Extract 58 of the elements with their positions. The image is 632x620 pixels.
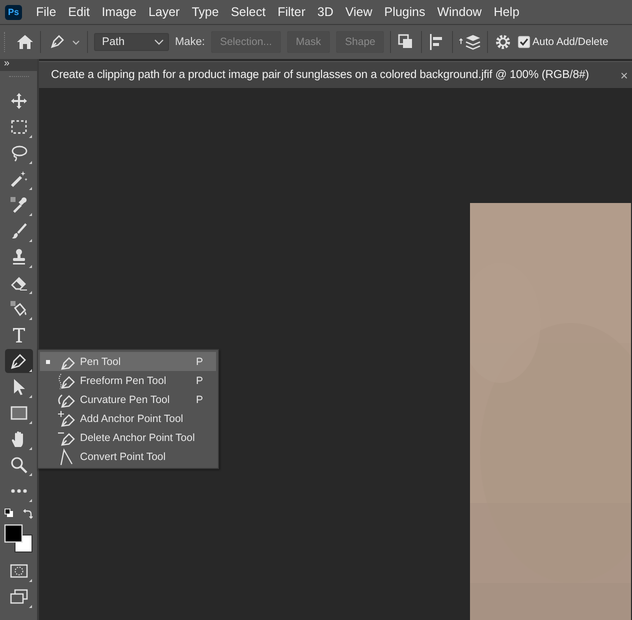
app-logo[interactable]: Ps [5,4,22,20]
screenmode-icon [10,588,28,606]
tool-name: Convert Point Tool [80,450,167,462]
menu-item[interactable]: Image [96,5,142,19]
brush-icon [10,222,28,240]
tool-name: Curvature Pen Tool [80,394,171,406]
menu-item[interactable]: 3D [311,5,340,19]
tool-name: Delete Anchor Point Tool [80,432,196,444]
wand-icon [10,170,28,188]
tool-name: Freeform Pen Tool [80,374,168,386]
bucket-icon [10,300,28,318]
make-label: Make: [175,36,205,48]
swap-tool-button[interactable] [2,507,34,521]
caret-icon [154,39,164,45]
menu-item[interactable]: Window [431,5,488,19]
menu-item[interactable]: View [339,5,378,19]
menu-item[interactable]: Layer [142,5,186,19]
zoom-icon [10,456,28,474]
move-icon [10,92,28,110]
current-tool-marker [46,360,50,364]
shortcut-key: P [196,394,216,406]
tool-name: Add Anchor Point Tool [80,412,184,424]
arrange-icon[interactable] [459,32,482,52]
flyout-menu-item[interactable]: Convert Point Tool [40,447,216,466]
rectangle-icon [10,404,28,422]
flyout-menu-item[interactable]: Pen Tool P [40,352,216,371]
menu-item[interactable]: Type [186,5,225,19]
shortcut-key: P [196,356,216,368]
flyout-menu-item[interactable]: Delete Anchor Point Tool [40,428,216,447]
pen-icon [10,352,28,370]
flyout-menu-item[interactable]: Freeform Pen Tool P [40,371,216,390]
quickmask-icon [10,562,28,580]
menu-item[interactable]: Plugins [378,5,432,19]
auto-add-delete-checkbox[interactable] [518,36,530,48]
eyedropper-icon [10,196,28,214]
menu-item[interactable]: Filter [272,5,312,19]
home-icon[interactable] [16,34,34,50]
menu-item[interactable]: File [30,5,62,19]
swap-icon [4,508,34,520]
mode-dropdown[interactable]: Path [94,33,169,51]
flyout-menu-item[interactable]: Add Anchor Point Tool [40,409,216,428]
marquee-icon [10,118,28,136]
tool-name: Pen Tool [80,356,122,368]
color-swatches[interactable] [2,523,34,555]
shortcut-key: P [196,374,216,386]
close-tab-button[interactable]: × [620,68,628,82]
document-tab[interactable]: Create a clipping path for a product image pair of sunglasses on a colored background.jfif @ 100% (RGB/8#) × [39,61,632,88]
collapse-toolbar-button[interactable]: » [0,59,37,71]
menu-item[interactable]: Select [224,5,272,19]
document-title: Create a clipping path for a product image pair of sunglasses on a colored background.jfif @ 100% (RGB/8#) [51,69,589,81]
more-icon [10,489,28,493]
flyout-menu-item[interactable]: Curvature Pen Tool P [40,390,216,409]
pen-tool-button[interactable] [4,349,32,373]
settings-icon[interactable] [494,33,512,51]
menu-item[interactable]: Edit [62,5,96,19]
lasso-icon [10,144,28,162]
menu-item[interactable]: Help [488,5,526,19]
auto-add-delete-label: Auto Add/Delete [532,36,608,48]
